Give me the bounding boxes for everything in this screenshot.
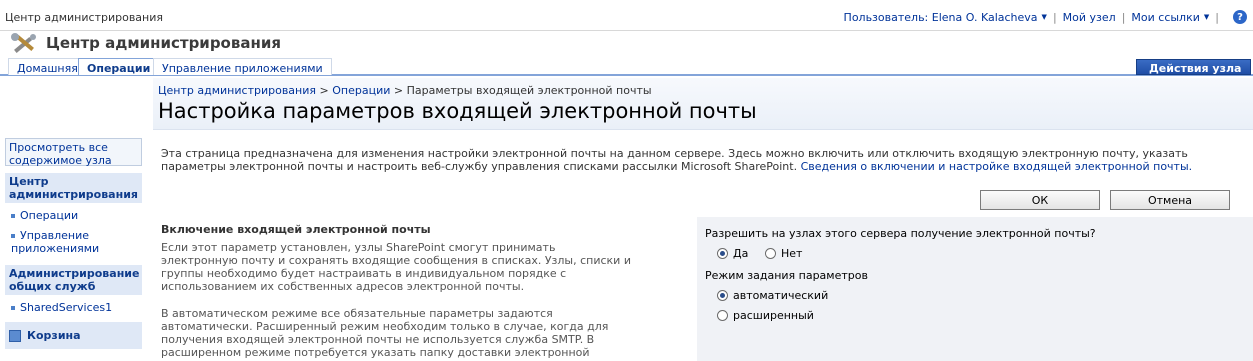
my-links-menu[interactable]: Мои ссылки [1131,11,1199,24]
view-all-content-link[interactable]: Просмотреть все содержимое узла [5,138,142,167]
global-site-name[interactable]: Центр администрирования [5,11,163,24]
tab-operations[interactable]: Операции [78,58,160,75]
help-icon[interactable]: ? [1233,10,1247,24]
title-area: Центр администрирования [0,31,1253,57]
chevron-down-icon[interactable]: ▼ [1042,13,1047,21]
breadcrumb-sep: > [393,84,404,97]
tab-application-management[interactable]: Управление приложениями [153,58,332,75]
section-controls: Разрешить на узлах этого сервера получен… [697,217,1253,361]
allow-no-option[interactable]: Нет [765,247,802,260]
radio-button[interactable] [765,248,776,259]
recycle-bin-icon [9,329,21,342]
page-title: Настройка параметров входящей электронно… [158,99,757,123]
bullet-icon [11,306,15,310]
nav-heading-central-admin[interactable]: Центр администрирования [5,173,142,203]
radio-label: автоматический [733,289,829,302]
divider: | [1215,10,1219,24]
bullet-icon [11,214,15,218]
radio-label: расширенный [733,309,814,322]
ok-button[interactable]: ОК [980,190,1100,210]
allow-email-label: Разрешить на узлах этого сервера получен… [705,227,1096,240]
recycle-bin-link[interactable]: Корзина [5,322,142,349]
chevron-down-icon[interactable]: ▼ [1204,13,1209,21]
top-nav: Домашняя Операции Управление приложениям… [0,58,1253,76]
radio-label: Да [733,247,749,260]
radio-button[interactable] [717,310,728,321]
breadcrumb-root[interactable]: Центр администрирования [158,84,316,97]
site-actions-menu[interactable]: Действия узла ▼ [1136,59,1251,87]
radio-button[interactable] [717,290,728,301]
mode-advanced-option[interactable]: расширенный [717,309,814,322]
section-title: Включение входящей электронной почты [161,223,431,236]
radio-button[interactable] [717,248,728,259]
cancel-button[interactable]: Отмена [1110,190,1230,210]
divider: | [1121,10,1126,24]
tools-icon [11,33,36,53]
global-links: Пользователь: Elena O. Kalacheva ▼ | Мой… [844,9,1253,25]
nav-heading-shared-services[interactable]: Администрирование общих служб [5,265,142,295]
site-title[interactable]: Центр администрирования [46,34,281,52]
nav-item-shared-services1[interactable]: SharedServices1 [11,301,112,314]
divider: | [1052,10,1057,24]
help-link[interactable]: Сведения о включении и настройке входяще… [801,160,1193,173]
breadcrumb-current: Параметры входящей электронной почты [406,84,652,97]
radio-label: Нет [781,247,803,260]
nav-item-operations[interactable]: Операции [11,209,78,222]
breadcrumb-operations[interactable]: Операции [332,84,390,97]
section-paragraph: В автоматическом режиме все обязательные… [161,307,609,361]
site-actions-label: Действия узла [1149,62,1242,75]
main-content: Эта страница предназначена для изменения… [153,131,1253,361]
nav-item-label: Управление приложениями [11,229,100,255]
allow-yes-option[interactable]: Да [717,247,748,260]
recycle-bin-label: Корзина [27,329,81,342]
mode-label: Режим задания параметров [705,269,868,282]
page-description: Эта страница предназначена для изменения… [161,147,1241,173]
bullet-icon [11,234,15,238]
nav-item-label: SharedServices1 [20,301,113,314]
my-site-link[interactable]: Мой узел [1063,11,1116,24]
page-title-area: Центр администрирования > Операции > Пар… [153,78,1253,130]
global-bar: Центр администрирования Пользователь: El… [0,0,1253,31]
section-paragraph: Если этот параметр установлен, узлы Shar… [161,241,631,293]
nav-item-label: Операции [20,209,79,222]
nav-item-application-management[interactable]: Управление приложениями [11,229,136,255]
left-nav: Просмотреть все содержимое узла Центр ад… [0,78,148,361]
mode-auto-option[interactable]: автоматический [717,289,828,302]
user-menu[interactable]: Пользователь: Elena O. Kalacheva [844,11,1038,24]
breadcrumb-sep: > [319,84,329,97]
breadcrumb: Центр администрирования > Операции > Пар… [158,84,652,97]
section-description: Включение входящей электронной почты Есл… [153,217,693,361]
tab-home[interactable]: Домашняя [8,58,87,75]
